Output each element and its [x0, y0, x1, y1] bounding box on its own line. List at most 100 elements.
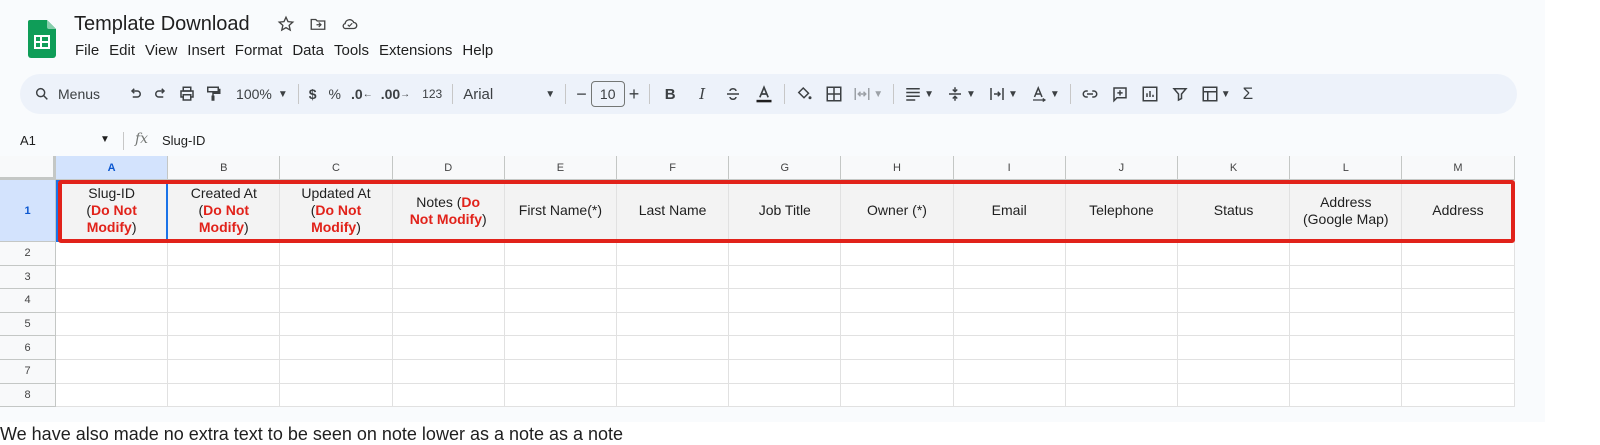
vertical-align-icon[interactable]: ▼: [942, 80, 980, 108]
cell-k8[interactable]: [1178, 383, 1291, 408]
cell-i6[interactable]: [953, 336, 1066, 360]
cell-a4[interactable]: [56, 289, 169, 313]
cell-c4[interactable]: [280, 289, 393, 313]
cell-c5[interactable]: [280, 312, 393, 337]
cell-l7[interactable]: [1290, 360, 1403, 384]
cell-c2[interactable]: [280, 242, 393, 266]
fill-color-icon[interactable]: [791, 80, 817, 108]
cell-k7[interactable]: [1178, 360, 1291, 384]
row-header-1[interactable]: 1: [0, 180, 56, 242]
cell-c6[interactable]: [280, 336, 393, 360]
cell-g7[interactable]: [729, 360, 842, 384]
cell-e6[interactable]: [504, 336, 617, 360]
cell-f4[interactable]: [617, 289, 730, 313]
cell-l2[interactable]: [1290, 242, 1403, 266]
google-sheets-logo-icon[interactable]: [28, 20, 56, 58]
undo-icon[interactable]: [122, 80, 148, 108]
text-rotation-icon[interactable]: ▼: [1026, 80, 1064, 108]
font-select[interactable]: Arial ▼: [459, 80, 559, 108]
menu-insert[interactable]: Insert: [182, 40, 230, 62]
text-wrapping-icon[interactable]: ▼: [984, 80, 1022, 108]
cell-f7[interactable]: [617, 360, 730, 384]
cell-f6[interactable]: [617, 336, 730, 360]
cell-j3[interactable]: [1065, 265, 1178, 290]
header-cell-h1[interactable]: Owner (*): [841, 180, 954, 242]
cell-a3[interactable]: [56, 265, 169, 290]
cell-a5[interactable]: [56, 312, 169, 337]
cell-j7[interactable]: [1065, 360, 1178, 384]
header-cell-k1[interactable]: Status: [1178, 180, 1291, 242]
header-cell-c1[interactable]: Updated At (Do Not Modify): [280, 180, 393, 242]
cell-b3[interactable]: [168, 265, 281, 290]
cell-h8[interactable]: [841, 383, 954, 408]
cell-d7[interactable]: [392, 360, 505, 384]
cell-f5[interactable]: [617, 312, 730, 337]
column-header-h[interactable]: H: [841, 156, 954, 180]
header-cell-d1[interactable]: Notes (Do Not Modify): [392, 180, 505, 242]
italic-button[interactable]: I: [688, 80, 716, 108]
cell-d3[interactable]: [392, 265, 505, 290]
cell-g5[interactable]: [729, 312, 842, 337]
bold-button[interactable]: B: [656, 80, 684, 108]
column-header-e[interactable]: E: [504, 156, 617, 180]
move-to-folder-icon[interactable]: [308, 14, 328, 34]
column-header-a[interactable]: A: [56, 156, 169, 180]
strikethrough-icon[interactable]: [720, 80, 746, 108]
header-cell-e1[interactable]: First Name(*): [504, 180, 617, 242]
cell-k4[interactable]: [1178, 289, 1291, 313]
cell-e7[interactable]: [504, 360, 617, 384]
cell-e8[interactable]: [504, 383, 617, 408]
cell-e2[interactable]: [504, 242, 617, 266]
column-header-g[interactable]: G: [729, 156, 842, 180]
header-cell-j1[interactable]: Telephone: [1065, 180, 1178, 242]
header-cell-m1[interactable]: Address: [1402, 180, 1515, 242]
column-header-j[interactable]: J: [1065, 156, 1178, 180]
cell-k5[interactable]: [1178, 312, 1291, 337]
chevron-down-icon[interactable]: ▼: [100, 134, 110, 145]
header-cell-l1[interactable]: Address (Google Map): [1290, 180, 1403, 242]
cell-f2[interactable]: [617, 242, 730, 266]
row-header-2[interactable]: 2: [0, 242, 56, 266]
cell-b4[interactable]: [168, 289, 281, 313]
cell-m2[interactable]: [1402, 242, 1515, 266]
cell-b8[interactable]: [168, 383, 281, 408]
cell-j8[interactable]: [1065, 383, 1178, 408]
cell-j4[interactable]: [1065, 289, 1178, 313]
increase-decimal-button[interactable]: .00 →: [377, 80, 414, 108]
cell-a2[interactable]: [56, 242, 169, 266]
menu-edit[interactable]: Edit: [104, 40, 140, 62]
cell-c7[interactable]: [280, 360, 393, 384]
menu-help[interactable]: Help: [457, 40, 498, 62]
search-menus-button[interactable]: Menus: [34, 86, 122, 102]
cell-k2[interactable]: [1178, 242, 1291, 266]
cell-g8[interactable]: [729, 383, 842, 408]
column-header-f[interactable]: F: [617, 156, 730, 180]
cell-m5[interactable]: [1402, 312, 1515, 337]
cell-b6[interactable]: [168, 336, 281, 360]
cell-i8[interactable]: [953, 383, 1066, 408]
cell-e5[interactable]: [504, 312, 617, 337]
cell-l4[interactable]: [1290, 289, 1403, 313]
cell-b7[interactable]: [168, 360, 281, 384]
cell-h3[interactable]: [841, 265, 954, 290]
functions-icon[interactable]: Σ: [1239, 80, 1258, 108]
column-header-l[interactable]: L: [1290, 156, 1403, 180]
cell-h2[interactable]: [841, 242, 954, 266]
cell-l5[interactable]: [1290, 312, 1403, 337]
column-header-i[interactable]: I: [953, 156, 1066, 180]
column-header-k[interactable]: K: [1178, 156, 1291, 180]
redo-icon[interactable]: [148, 80, 174, 108]
cell-h6[interactable]: [841, 336, 954, 360]
cell-j5[interactable]: [1065, 312, 1178, 337]
print-icon[interactable]: [174, 80, 200, 108]
cell-m7[interactable]: [1402, 360, 1515, 384]
row-header-4[interactable]: 4: [0, 289, 56, 313]
cell-f3[interactable]: [617, 265, 730, 290]
row-header-6[interactable]: 6: [0, 336, 56, 360]
cell-m8[interactable]: [1402, 383, 1515, 408]
cell-d5[interactable]: [392, 312, 505, 337]
cell-d4[interactable]: [392, 289, 505, 313]
insert-chart-icon[interactable]: [1137, 80, 1163, 108]
cell-c3[interactable]: [280, 265, 393, 290]
cell-l6[interactable]: [1290, 336, 1403, 360]
